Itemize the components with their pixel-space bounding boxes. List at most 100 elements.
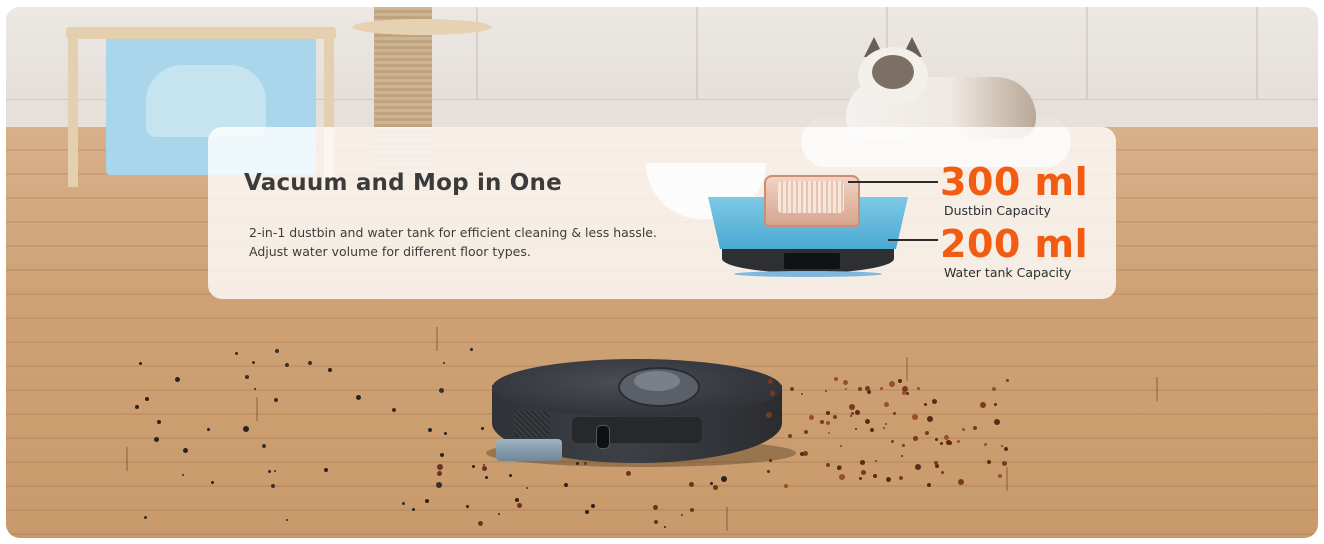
debris-particle <box>803 430 808 435</box>
debris-particle <box>625 470 631 476</box>
debris-particle <box>879 387 883 391</box>
debris-particle <box>962 427 966 431</box>
product-banner: Vacuum and Mop in One 2-in-1 dustbin and… <box>6 7 1318 538</box>
debris-particle <box>391 407 396 412</box>
debris-particle <box>261 444 266 449</box>
debris-particle <box>324 467 329 472</box>
debris-particle <box>832 414 837 419</box>
debris-particle <box>848 404 855 411</box>
debris-particle <box>157 419 162 424</box>
debris-particle <box>1005 378 1009 382</box>
debris-particle <box>787 434 792 439</box>
debris-particle <box>721 475 728 482</box>
robot-bumper <box>572 417 702 443</box>
debris-particle <box>427 428 432 433</box>
cat-tower-shelf <box>66 27 336 39</box>
debris-particle <box>242 425 249 432</box>
debris-particle <box>819 419 824 424</box>
debris-particle <box>800 393 803 396</box>
debris-particle <box>859 459 865 465</box>
debris-particle <box>182 447 188 453</box>
debris-particle <box>688 481 694 487</box>
debris-particle <box>993 419 1000 426</box>
water-tank-capacity-label: Water tank Capacity <box>944 265 1072 280</box>
robot-vent <box>514 411 550 437</box>
debris-particle <box>901 444 905 448</box>
debris-particle <box>842 380 848 386</box>
robot-sensor <box>596 425 610 449</box>
dustbin-filter <box>778 181 844 213</box>
debris-particle <box>869 427 874 432</box>
debris-particle <box>134 405 139 410</box>
card-headline: Vacuum and Mop in One <box>244 170 562 196</box>
debris-particle <box>401 501 405 505</box>
debris-particle <box>912 413 919 420</box>
dustbin-capacity-value: 300 ml <box>940 160 1089 204</box>
debris-particle <box>508 473 512 477</box>
card-description: 2-in-1 dustbin and water tank for effici… <box>249 223 657 261</box>
debris-particle <box>681 513 684 516</box>
tank-outlet <box>784 253 840 269</box>
debris-particle <box>827 431 830 434</box>
debris-particle <box>484 476 488 480</box>
debris-particle <box>425 498 430 503</box>
debris-particle <box>514 498 519 503</box>
debris-particle <box>710 481 713 485</box>
water-tank-leader-line <box>888 239 938 241</box>
debris-particle <box>844 388 847 391</box>
debris-particle <box>836 466 841 471</box>
debris-particle <box>576 461 580 465</box>
debris-particle <box>270 483 275 488</box>
debris-particle <box>861 469 867 475</box>
debris-particle <box>983 442 987 446</box>
debris-particle <box>858 476 862 480</box>
description-line: Adjust water volume for different floor … <box>249 244 531 259</box>
cat-face <box>872 55 914 89</box>
debris-particle <box>926 482 931 487</box>
debris-particle <box>838 474 845 481</box>
debris-particle <box>1002 460 1008 466</box>
debris-particle <box>181 474 184 477</box>
debris-particle <box>284 363 289 368</box>
debris-particle <box>275 348 280 353</box>
debris-particle <box>973 425 978 430</box>
debris-particle <box>892 411 896 415</box>
debris-particle <box>939 441 943 445</box>
debris-particle <box>769 391 775 397</box>
debris-particle <box>766 469 770 473</box>
debris-particle <box>897 378 902 383</box>
debris-particle <box>808 414 814 420</box>
debris-particle <box>854 409 860 415</box>
debris-particle <box>1003 446 1008 451</box>
info-card: Vacuum and Mop in One 2-in-1 dustbin and… <box>208 127 1116 299</box>
debris-particle <box>898 476 903 481</box>
debris-particle <box>652 505 658 511</box>
debris-particle <box>482 463 485 466</box>
mop-pad <box>496 439 562 461</box>
debris-particle <box>885 476 891 482</box>
tank-rim <box>734 271 882 277</box>
water-tank-capacity-value: 200 ml <box>940 222 1089 266</box>
debris-particle <box>923 402 927 406</box>
debris-particle <box>914 463 921 470</box>
debris-particle <box>924 431 929 436</box>
debris-particle <box>767 378 773 384</box>
debris-particle <box>327 367 332 372</box>
dustbin-tank-illustration <box>708 167 908 282</box>
debris-particle <box>175 376 181 382</box>
debris-particle <box>712 485 718 491</box>
debris-particle <box>440 452 445 457</box>
debris-particle <box>206 428 210 432</box>
debris-particle <box>244 374 249 379</box>
debris-particle <box>772 383 776 387</box>
debris-particle <box>902 390 907 395</box>
debris-particle <box>872 474 877 479</box>
debris-particle <box>411 508 415 512</box>
lidar-cap <box>634 371 680 391</box>
debris-particle <box>497 512 500 515</box>
debris-particle <box>689 507 694 512</box>
dustbin-leader-line <box>848 181 938 183</box>
debris-particle <box>211 480 215 484</box>
scratching-post-platform <box>352 19 492 35</box>
dustbin-capacity-label: Dustbin Capacity <box>944 203 1051 218</box>
